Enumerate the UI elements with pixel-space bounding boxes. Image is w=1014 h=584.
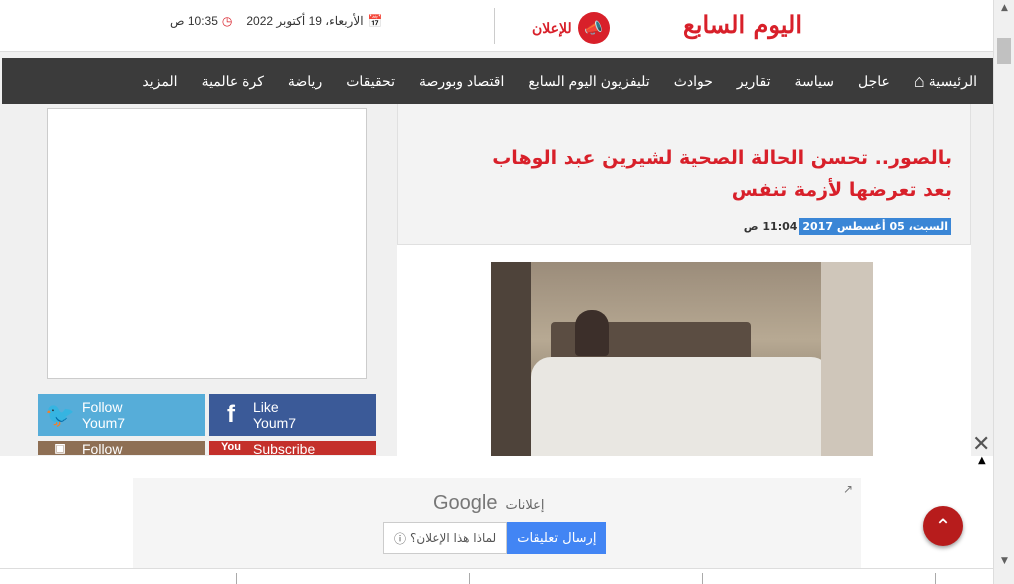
- adchoices-icon[interactable]: ▲: [978, 455, 992, 469]
- article-photo[interactable]: [491, 262, 873, 456]
- sidebar-ad-slot[interactable]: [47, 108, 367, 379]
- home-icon: ⌂: [913, 70, 925, 91]
- facebook-icon: f: [227, 401, 235, 428]
- nav-item-accidents[interactable]: حوادث: [662, 73, 725, 90]
- current-date: الأربعاء، 19 أكتوبر 2022: [246, 14, 364, 28]
- megaphone-icon: 📣: [577, 12, 610, 44]
- photo-patient: [575, 310, 609, 356]
- instagram-icon: ▣: [54, 441, 66, 455]
- twitter-line2: Youm7: [82, 415, 126, 431]
- scroll-down-icon[interactable]: ▼: [994, 553, 1014, 570]
- page-scrollbar[interactable]: ▲ ▼: [993, 0, 1014, 584]
- bottom-ad-bar: ↗ إعلانات Google لماذا هذا الإعلان؟ ⓘ إرس…: [0, 456, 993, 568]
- calendar-icon: 📅: [367, 14, 383, 28]
- back-to-top-button[interactable]: ⌃: [923, 506, 963, 546]
- date-time: 📅الأربعاء، 19 أكتوبر 2022 ◷10:35 ص: [170, 14, 382, 28]
- article-title: بالصور.. تحسن الحالة الصحية لشيرين عبد ا…: [492, 147, 952, 201]
- nav-item-sports[interactable]: رياضة: [276, 73, 334, 90]
- scroll-up-icon[interactable]: ▲: [994, 0, 1014, 17]
- youtube-subscribe-button[interactable]: You Subscribe: [209, 441, 376, 455]
- facebook-text: Like Youm7: [253, 399, 296, 431]
- nav-item-world-football[interactable]: كرة عالمية: [190, 73, 276, 90]
- nav-item-urgent[interactable]: عاجل: [846, 73, 902, 90]
- site-header: اليوم السابع 📣 للإعلان 📅الأربعاء، 19 أكت…: [0, 0, 993, 52]
- date-block: 📅الأربعاء، 19 أكتوبر 2022: [246, 14, 382, 28]
- main-nav: ⌂ الرئيسية عاجل سياسة تقارير حوادث تليفزي…: [2, 58, 993, 104]
- clock-icon: ◷: [221, 14, 233, 28]
- time-block: ◷10:35 ص: [170, 14, 232, 28]
- header-divider: [494, 8, 495, 44]
- chevron-up-icon: ⌃: [934, 514, 952, 538]
- arrow-icon[interactable]: ↗: [843, 482, 853, 496]
- article-meta: السبت، 05 أغسطس 2017 11:04 ص: [744, 218, 951, 235]
- photo-visitor: [821, 262, 873, 456]
- footer-divider: [236, 573, 237, 584]
- facebook-line1: Like: [253, 399, 279, 415]
- facebook-line2: Youm7: [253, 415, 297, 431]
- footer-divider: [469, 573, 470, 584]
- close-icon[interactable]: ✕: [972, 432, 990, 457]
- site-logo[interactable]: اليوم السابع: [672, 10, 803, 42]
- footer-divider: [935, 573, 936, 584]
- nav-item-reports[interactable]: تقارير: [725, 73, 783, 90]
- send-feedback-button[interactable]: إرسال تعليقات: [507, 522, 607, 554]
- why-ad-label: لماذا هذا الإعلان؟: [410, 531, 497, 545]
- nav-item-politics[interactable]: سياسة: [783, 73, 846, 90]
- nav-item-investigations[interactable]: تحقيقات: [334, 73, 407, 90]
- article-time: 11:04 ص: [743, 220, 798, 233]
- footer-divider: [702, 573, 703, 584]
- article: بالصور.. تحسن الحالة الصحية لشيرين عبد ا…: [397, 104, 971, 456]
- article-date: السبت، 05 أغسطس 2017: [799, 218, 951, 235]
- instagram-line1: Follow: [82, 441, 123, 455]
- ads-label: إعلانات: [505, 498, 545, 513]
- instagram-follow-button[interactable]: ▣ Follow: [38, 441, 205, 455]
- ad-buttons: لماذا هذا الإعلان؟ ⓘ إرسال تعليقات: [383, 522, 607, 554]
- nav-label: الرئيسية: [928, 72, 977, 89]
- scrollbar-thumb[interactable]: [997, 38, 1011, 64]
- twitter-follow-button[interactable]: 🐦 Follow Youm7: [38, 394, 205, 436]
- advertise-label: للإعلان: [532, 19, 572, 36]
- article-header: بالصور.. تحسن الحالة الصحية لشيرين عبد ا…: [397, 104, 971, 245]
- photo-curtain: [491, 262, 531, 456]
- nav-item-home[interactable]: ⌂ الرئيسية: [902, 71, 993, 92]
- twitter-icon: 🐦: [45, 401, 75, 429]
- nav-item-more[interactable]: المزيد: [130, 73, 189, 90]
- current-time: 10:35 ص: [170, 14, 218, 28]
- twitter-line1: Follow: [82, 399, 123, 415]
- info-icon: ⓘ: [394, 531, 407, 546]
- twitter-text: Follow Youm7: [82, 399, 125, 431]
- nav-item-tv[interactable]: تليفزيون اليوم السابع: [516, 73, 661, 90]
- advertise-link[interactable]: 📣 للإعلان: [532, 12, 610, 44]
- youtube-line1: Subscribe: [253, 441, 316, 455]
- google-logo: Google: [433, 492, 498, 514]
- photo-bed: [531, 357, 831, 456]
- facebook-like-button[interactable]: f Like Youm7: [209, 394, 376, 436]
- ads-by-google: إعلانات Google: [433, 492, 544, 515]
- nav-item-economy[interactable]: اقتصاد وبورصة: [407, 73, 516, 90]
- google-ad-box: ↗ إعلانات Google لماذا هذا الإعلان؟ ⓘ إرس…: [133, 478, 861, 568]
- footer-strip: [0, 568, 993, 584]
- youtube-icon: You: [221, 441, 241, 453]
- why-this-ad-button[interactable]: لماذا هذا الإعلان؟ ⓘ: [383, 522, 508, 554]
